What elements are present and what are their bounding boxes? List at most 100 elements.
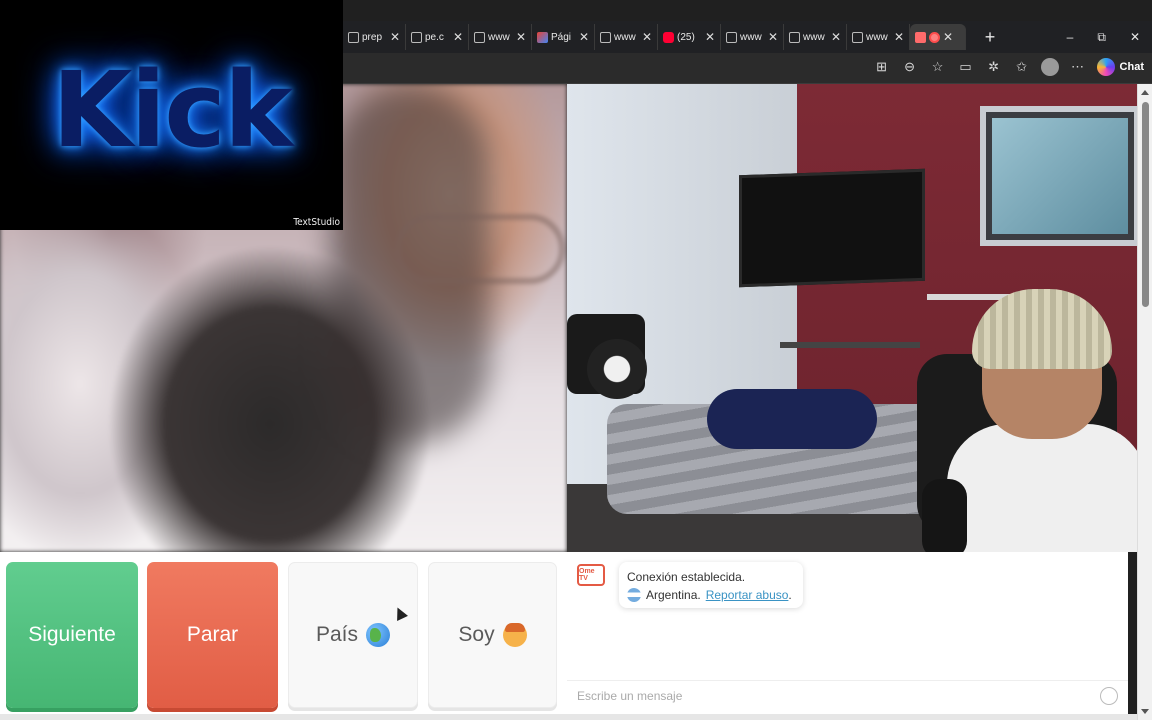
kick-logo-text: Kick (51, 49, 293, 171)
argentina-flag-icon (627, 588, 641, 602)
video-camera-icon[interactable]: ▭ (957, 58, 975, 76)
globe-icon (366, 623, 391, 647)
stop-label: Parar (186, 623, 239, 646)
toy-wheel (587, 339, 647, 399)
window-controls: – ⧉ ✕ (1067, 30, 1152, 45)
page-icon (411, 31, 422, 43)
tab-label: pe.c (425, 31, 444, 43)
kick-overlay: Kick TextStudio (0, 0, 343, 230)
ometv-logo-icon: Ome TV (577, 564, 605, 586)
system-message: Conexión establecida. Argentina. Reporta… (619, 562, 803, 608)
close-icon[interactable]: ✕ (390, 30, 400, 44)
extensions-icon[interactable]: ✲ (985, 58, 1003, 76)
watermark: TextStudio (293, 217, 340, 228)
browser-tab-active[interactable]: ✕ (910, 24, 966, 50)
tab-label: www (740, 31, 762, 43)
tab-label: www (488, 31, 510, 43)
partner-glasses (395, 214, 565, 284)
scroll-up-icon[interactable] (1141, 90, 1149, 95)
pillow (707, 389, 877, 449)
boy-face-icon (502, 623, 527, 647)
apps-icon[interactable]: ⊞ (873, 58, 891, 76)
report-suffix: . (788, 588, 792, 602)
copilot-chat-button[interactable]: Chat (1096, 58, 1144, 76)
recording-icon (929, 31, 940, 43)
restore-button[interactable]: ⧉ (1097, 30, 1106, 45)
browser-tab[interactable]: Pági ✕ (532, 24, 595, 50)
microphone (922, 479, 967, 552)
emoji-icon[interactable] (1100, 687, 1118, 705)
scrollbar-thumb[interactable] (1142, 102, 1149, 307)
next-label: Siguiente (28, 623, 116, 646)
tab-label: www (614, 31, 636, 43)
country-row: Argentina. Reportar abuso. (627, 586, 795, 604)
page-icon (726, 31, 737, 43)
favorites-icon[interactable]: ✩ (1013, 58, 1031, 76)
screen: Kick TextStudio prep ✕ pe.c ✕ www ✕ Pági ✕ w… (0, 0, 1152, 720)
tab-label: www (866, 31, 888, 43)
new-tab-button[interactable]: + (980, 27, 1000, 48)
frame-picture (992, 118, 1128, 234)
close-icon[interactable]: ✕ (831, 30, 841, 44)
tracking-icon[interactable]: ⊖ (901, 58, 919, 76)
bottom-strip (0, 714, 1137, 720)
browser-tab[interactable]: pe.c ✕ (406, 24, 469, 50)
stop-button[interactable]: Parar (147, 562, 278, 708)
close-icon[interactable]: ✕ (642, 30, 652, 44)
close-icon[interactable]: ✕ (705, 30, 715, 44)
tab-label: www (803, 31, 825, 43)
person-body (947, 424, 1137, 552)
toolbar-icons: ⊞ ⊖ ☆ ▭ ✲ ✩ ⋯ Chat (873, 58, 1144, 76)
favorite-star-icon[interactable]: ☆ (929, 58, 947, 76)
page-icon (348, 31, 359, 43)
close-icon[interactable]: ✕ (768, 30, 778, 44)
message-input[interactable]: Escribe un mensaje (567, 680, 1128, 710)
message-placeholder: Escribe un mensaje (577, 688, 683, 703)
country-button[interactable]: País (288, 562, 418, 708)
copilot-icon (1096, 58, 1115, 76)
more-icon[interactable]: ⋯ (1069, 58, 1087, 76)
browser-tab[interactable]: www ✕ (721, 24, 784, 50)
page-scrollbar[interactable] (1137, 84, 1152, 720)
close-icon[interactable]: ✕ (453, 30, 463, 44)
browser-tab[interactable]: www ✕ (784, 24, 847, 50)
tab-label: prep (362, 31, 383, 43)
report-abuse-link[interactable]: Reportar abuso (706, 588, 789, 602)
connection-status: Conexión establecida. (627, 570, 746, 584)
close-icon[interactable]: ✕ (579, 30, 589, 44)
gender-button[interactable]: Soy (428, 562, 557, 708)
television (739, 168, 925, 288)
self-video (567, 84, 1137, 552)
profile-avatar[interactable] (1040, 58, 1059, 76)
omegle-tab-icon (915, 31, 926, 43)
browser-tab[interactable]: (25) ✕ (658, 24, 721, 50)
browser-toolbar: ⊞ ⊖ ☆ ▭ ✲ ✩ ⋯ Chat (343, 53, 1152, 84)
page-icon (474, 31, 485, 43)
gmail-icon (537, 31, 548, 43)
browser-tab[interactable]: www ✕ (595, 24, 658, 50)
scroll-down-icon[interactable] (1141, 709, 1149, 714)
chat-panel: Ome TV Conexión establecida. Argentina. … (567, 552, 1128, 720)
youtube-icon (663, 31, 674, 43)
browser-tab-bar: prep ✕ pe.c ✕ www ✕ Pági ✕ www ✕ (25) ✕ www ✕ w… (343, 21, 1152, 53)
page-icon (852, 31, 863, 43)
country-name: Argentina. (646, 588, 701, 602)
gender-label: Soy (458, 623, 495, 646)
country-label: País (315, 623, 359, 646)
browser-tab[interactable]: www ✕ (469, 24, 532, 50)
browser-tab[interactable]: prep ✕ (343, 24, 406, 50)
close-icon[interactable]: ✕ (894, 30, 904, 44)
chat-label: Chat (1119, 61, 1144, 73)
wall-shelf (780, 342, 920, 348)
browser-tab[interactable]: www ✕ (847, 24, 910, 50)
close-icon[interactable]: ✕ (943, 30, 953, 44)
wall-frame (980, 106, 1137, 246)
page-icon (600, 31, 611, 43)
control-panel: Siguiente Parar País Soy (0, 552, 567, 720)
tab-label: Pági (551, 31, 572, 43)
minimize-button[interactable]: – (1067, 30, 1074, 45)
close-icon[interactable]: ✕ (516, 30, 526, 44)
tab-label: (25) (677, 31, 695, 43)
close-window-button[interactable]: ✕ (1130, 30, 1140, 45)
next-button[interactable]: Siguiente (6, 562, 138, 708)
